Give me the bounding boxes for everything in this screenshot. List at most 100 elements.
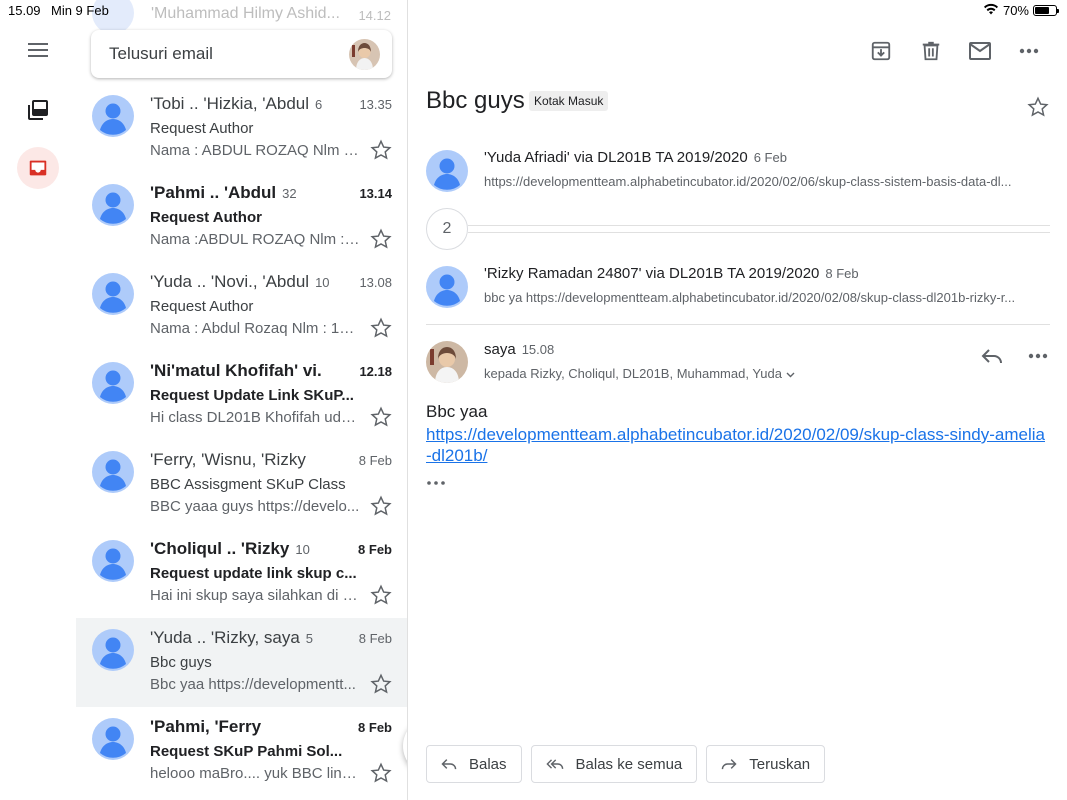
thread-subject: Request Author [150, 120, 254, 137]
delete-button[interactable] [918, 38, 944, 64]
thread-sender: 'Pahmi, 'Ferry [150, 717, 350, 737]
menu-button[interactable] [17, 29, 59, 71]
avatar [92, 95, 134, 137]
star-icon [370, 762, 392, 783]
message-sender[interactable]: 'Yuda Afriadi' via DL201B TA 2019/2020 6 … [484, 149, 787, 166]
hamburger-icon [28, 43, 48, 57]
forward-icon [721, 759, 737, 770]
star-icon [1027, 96, 1049, 117]
mark-unread-button[interactable] [967, 38, 993, 64]
reply-icon [441, 759, 457, 770]
search-bar[interactable] [91, 30, 392, 78]
thread-row[interactable]: 'Choliqul .. 'Rizky 10 8 Feb Request update… [76, 529, 407, 618]
thread-time: 8 Feb [358, 720, 392, 735]
thread-subject: Request Author [150, 209, 262, 226]
star-button[interactable] [370, 495, 392, 517]
star-button[interactable] [370, 406, 392, 428]
thread-row[interactable]: 'Tobi .. 'Hizkia, 'Abdul 6 13.35 Request Au… [76, 84, 407, 173]
sender-text: 'Ferry, 'Wisnu, 'Rizky [150, 450, 306, 469]
status-time: 15.09 [8, 3, 41, 18]
reply-button[interactable] [980, 344, 1004, 368]
star-icon [370, 317, 392, 338]
account-avatar[interactable] [349, 39, 380, 70]
mail-icon [969, 42, 991, 60]
message-link[interactable]: https://developmentteam.alphabetincubato… [426, 424, 1046, 466]
ellipsis-icon [427, 481, 445, 485]
more-button[interactable] [1016, 38, 1042, 64]
thread-row[interactable]: 'Pahmi .. 'Abdul 32 13.14 Request Author Nam… [76, 173, 407, 262]
thread-sender: 'Choliqul .. 'Rizky 10 [150, 539, 350, 559]
status-date: Min 9 Feb [51, 3, 109, 18]
collapsed-line [468, 232, 1050, 233]
label-chip[interactable]: Kotak Masuk [529, 91, 609, 111]
message-date: 6 Feb [753, 150, 787, 165]
collapsed-line [468, 225, 1050, 226]
sender-text: 'Pahmi, 'Ferry [150, 717, 262, 736]
recipients-text: kepada Rizky, Choliqul, DL201B, Muhammad… [484, 366, 782, 381]
message-snippet[interactable]: https://developmentteam.alphabetincubato… [484, 174, 1044, 189]
star-button[interactable] [370, 317, 392, 339]
search-input[interactable] [109, 44, 339, 64]
message-snippet[interactable]: bbc ya https://developmentteam.alphabeti… [484, 290, 1044, 305]
sender-text: 'Yuda .. 'Rizky, saya [150, 628, 300, 647]
sender-name: saya [484, 341, 516, 358]
thread-star-button[interactable] [1027, 96, 1049, 118]
archive-button[interactable] [868, 38, 894, 64]
avatar [426, 266, 468, 308]
message-more-button[interactable] [1026, 344, 1050, 368]
sender-text: 'Pahmi .. 'Abdul [150, 183, 277, 202]
chevron-down-icon [786, 372, 795, 378]
thread-subject: Bbc guys [150, 654, 212, 671]
battery-percent: 70% [1002, 3, 1029, 18]
inbox-button[interactable] [17, 147, 59, 189]
reply-all-button[interactable]: Balas ke semua [530, 745, 698, 783]
thread-snippet: Nama : Abdul Rozaq Nlm : 18... [150, 320, 360, 337]
thread-subject: Request Update Link SKuP... [150, 387, 354, 404]
forward-button[interactable]: Teruskan [706, 745, 826, 783]
show-trimmed-button[interactable] [427, 472, 445, 488]
thread-snippet: Nama :ABDUL ROZAQ Nlm :1... [150, 231, 360, 248]
all-mail-icon [28, 100, 48, 120]
avatar [426, 150, 468, 192]
all-mail-button[interactable] [17, 89, 59, 131]
trash-icon [922, 41, 940, 61]
star-button[interactable] [370, 673, 392, 695]
message-sender[interactable]: 'Rizky Ramadan 24807' via DL201B TA 2019… [484, 265, 859, 282]
thread-row[interactable]: 'Yuda .. 'Novi., 'Abdul 10 13.08 Request Au… [76, 262, 407, 351]
star-button[interactable] [370, 584, 392, 606]
reply-actions: Balas Balas ke semua Teruskan [426, 745, 826, 783]
reply-action-button[interactable]: Balas [426, 745, 522, 783]
star-icon [370, 228, 392, 249]
thread-sender: 'Yuda .. 'Novi., 'Abdul 10 [150, 272, 350, 292]
more-horiz-icon [1028, 353, 1048, 359]
reply-all-icon [545, 759, 563, 769]
collapsed-messages-button[interactable]: 2 [426, 208, 468, 250]
status-bar: 15.09 Min 9 Feb 70% [0, 0, 1067, 22]
archive-icon [871, 41, 891, 61]
thread-sender: 'Yuda .. 'Rizky, saya 5 [150, 628, 350, 648]
sender-text: 'Tobi .. 'Hizkia, 'Abdul [150, 94, 310, 113]
reply-label: Balas [469, 755, 507, 773]
thread-row[interactable]: 'Pahmi, 'Ferry 8 Feb Request SKuP Pahmi So… [76, 707, 407, 796]
wifi-icon [983, 3, 999, 18]
star-icon [370, 406, 392, 427]
reply-all-label: Balas ke semua [575, 755, 683, 773]
thread-row[interactable]: 'Yuda .. 'Rizky, saya 5 8 Feb Bbc guys Bbc y… [76, 618, 407, 707]
thread-snippet: BBC yaaa guys https://develo... [150, 498, 360, 515]
recipients-line[interactable]: kepada Rizky, Choliqul, DL201B, Muhammad… [484, 366, 795, 381]
thread-time: 13.35 [359, 97, 392, 112]
thread-sender: 'Pahmi .. 'Abdul 32 [150, 183, 350, 203]
thread-snippet: Bbc yaa https://developmentt... [150, 676, 356, 693]
thread-sender: 'Ferry, 'Wisnu, 'Rizky [150, 450, 350, 470]
star-button[interactable] [370, 228, 392, 250]
star-button[interactable] [370, 139, 392, 161]
avatar [92, 362, 134, 404]
thread-row[interactable]: 'Ferry, 'Wisnu, 'Rizky 8 Feb BBC Assisgmen… [76, 440, 407, 529]
sender-text: 'Yuda .. 'Novi., 'Abdul [150, 272, 310, 291]
star-button[interactable] [370, 762, 392, 784]
thread-time: 13.14 [359, 186, 392, 201]
reply-icon [981, 349, 1002, 364]
thread-row[interactable]: 'Ni'matul Khofifah' vi. 12.18 Request Upda… [76, 351, 407, 440]
open-message-sender[interactable]: saya 15.08 [484, 341, 554, 358]
nav-rail [0, 0, 76, 800]
